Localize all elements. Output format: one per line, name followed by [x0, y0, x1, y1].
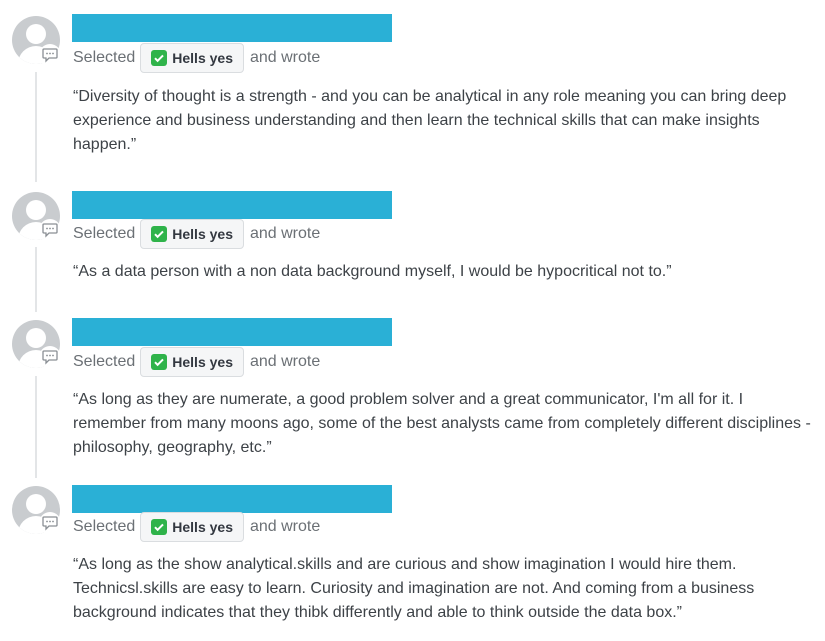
response-quote: “As long as the show analytical.skills a… — [73, 556, 755, 621]
choice-badge: Hells yes — [140, 347, 244, 377]
selected-label: Selected — [73, 353, 136, 370]
selected-label: Selected — [73, 518, 136, 535]
choice-label: Hells yes — [172, 226, 233, 242]
selected-label: Selected — [73, 225, 136, 242]
check-mark-icon — [151, 226, 168, 242]
respondent-name-redacted — [72, 318, 392, 346]
check-mark-icon — [151, 354, 168, 370]
choice-badge: Hells yes — [140, 512, 244, 542]
wrote-label: and wrote — [249, 225, 321, 242]
response-quote: “As long as they are numerate, a good pr… — [73, 391, 811, 456]
wrote-label: and wrote — [249, 49, 321, 66]
selection-row: Selected Hells yes and wrote — [73, 219, 320, 249]
choice-badge: Hells yes — [140, 219, 244, 249]
check-mark-icon — [151, 50, 168, 66]
choice-label: Hells yes — [172, 519, 233, 535]
speech-bubble-icon — [39, 219, 61, 241]
speech-bubble-icon — [39, 512, 61, 534]
speech-bubble-icon — [39, 44, 61, 66]
thread-line — [35, 376, 37, 478]
choice-badge: Hells yes — [140, 43, 244, 73]
choice-label: Hells yes — [172, 354, 233, 370]
selection-row: Selected Hells yes and wrote — [73, 347, 320, 377]
selection-row: Selected Hells yes and wrote — [73, 512, 320, 542]
respondent-name-redacted — [72, 191, 392, 219]
response-quote: “As a data person with a non data backgr… — [73, 263, 672, 280]
thread-line — [35, 247, 37, 312]
wrote-label: and wrote — [249, 518, 321, 535]
respondent-name-redacted — [72, 14, 392, 42]
choice-label: Hells yes — [172, 50, 233, 66]
respondent-name-redacted — [72, 485, 392, 513]
wrote-label: and wrote — [249, 353, 321, 370]
selected-label: Selected — [73, 49, 136, 66]
selection-row: Selected Hells yes and wrote — [73, 43, 320, 73]
response-quote: “Diversity of thought is a strength - an… — [73, 88, 787, 153]
check-mark-icon — [151, 519, 168, 535]
thread-line — [35, 72, 37, 182]
speech-bubble-icon — [39, 346, 61, 368]
